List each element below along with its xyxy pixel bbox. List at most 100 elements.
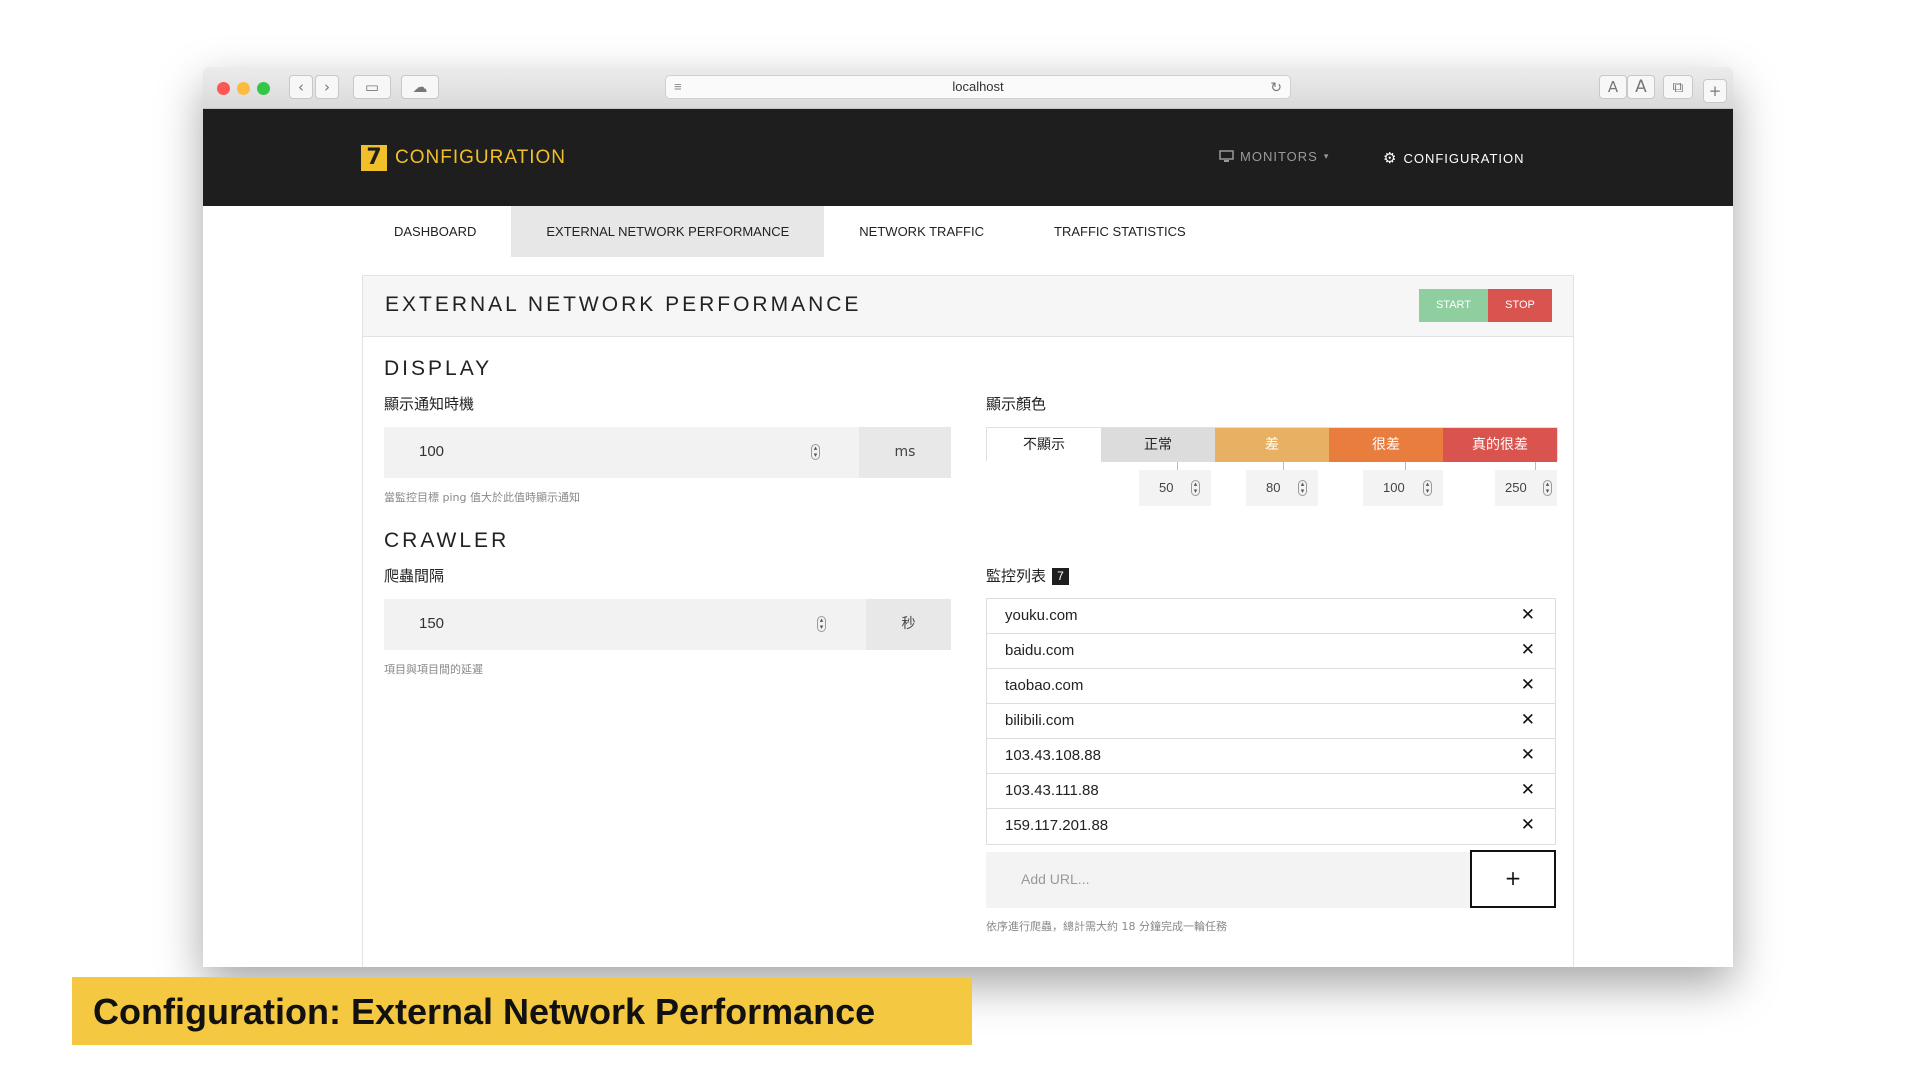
threshold-input-terrible[interactable]: 100 ▴ ▾: [1363, 470, 1443, 506]
monitor-count-badge: 7: [1052, 568, 1070, 585]
list-item: bilibili.com ✕: [987, 704, 1555, 739]
reader-icon[interactable]: ≡: [674, 76, 682, 98]
panel-title: EXTERNAL NETWORK PERFORMANCE: [385, 293, 862, 316]
remove-icon[interactable]: ✕: [1521, 815, 1535, 835]
sidebar-icon[interactable]: ▭: [353, 75, 391, 99]
nav-configuration[interactable]: ⚙ CONFIGURATION: [1383, 149, 1525, 167]
tabs-overview-icon[interactable]: ⧉: [1663, 75, 1693, 99]
new-tab-button[interactable]: +: [1703, 79, 1727, 103]
minimize-window-button[interactable]: [237, 82, 250, 95]
remove-icon[interactable]: ✕: [1521, 675, 1535, 695]
caret-down-icon: ▾: [1323, 151, 1330, 161]
list-item: 159.117.201.88 ✕: [987, 809, 1555, 844]
monitor-list-label: 監控列表 7: [986, 565, 1070, 586]
slide-caption: Configuration: External Network Performa…: [72, 977, 972, 1045]
color-level-hidden: 不顯示: [987, 428, 1101, 462]
threshold-input-very-poor[interactable]: 80 ▴ ▾: [1246, 470, 1318, 506]
crawl-interval-input[interactable]: 150 ▴ ▾: [384, 599, 866, 650]
stepper-icon[interactable]: ▴ ▾: [1423, 480, 1432, 496]
remove-icon[interactable]: ✕: [1521, 780, 1535, 800]
zoom-window-button[interactable]: [257, 82, 270, 95]
brand[interactable]: 7 CONFIGURATION: [361, 145, 566, 171]
threshold-input-max[interactable]: 250 ▴ ▾: [1495, 470, 1557, 506]
caption-text: Configuration: External Network Performa…: [93, 991, 876, 1032]
stop-button[interactable]: STOP: [1488, 289, 1552, 322]
threshold-value: 250: [1505, 480, 1527, 495]
add-url-placeholder: Add URL...: [1021, 871, 1090, 887]
tab-bar: DASHBOARD EXTERNAL NETWORK PERFORMANCE N…: [359, 206, 1221, 257]
add-url-button[interactable]: +: [1470, 850, 1556, 908]
notify-threshold-help: 當監控目標 ping 值大於此值時顯示通知: [384, 491, 580, 504]
browser-toolbar: ‹ › ▭ ☁ ≡ localhost ↻ A A ⧉ +: [203, 67, 1733, 109]
font-large-button[interactable]: A: [1627, 75, 1655, 99]
color-scale: 不顯示 正常 差 很差 真的很差: [986, 427, 1558, 462]
threshold-value: 80: [1266, 480, 1281, 495]
url-text: localhost: [952, 79, 1004, 94]
start-button[interactable]: START: [1419, 289, 1488, 322]
display-color-label: 顯示顏色: [986, 395, 1047, 413]
crawler-section-title: CRAWLER: [384, 529, 510, 552]
remove-icon[interactable]: ✕: [1521, 605, 1535, 625]
stepper-icon[interactable]: ▴ ▾: [811, 444, 820, 460]
cloud-icon[interactable]: ☁: [401, 75, 439, 99]
monitor-host: taobao.com: [1005, 677, 1084, 694]
monitor-list-help: 依序進行爬蟲，總計需大約 18 分鐘完成一輪任務: [986, 920, 1227, 933]
brand-logo: 7: [361, 145, 387, 171]
forward-icon[interactable]: ›: [315, 75, 339, 99]
notify-threshold-input[interactable]: 100 ▴ ▾: [384, 427, 859, 478]
nav-configuration-label: CONFIGURATION: [1403, 150, 1525, 166]
threshold-value: 100: [1383, 480, 1405, 495]
color-level-terrible: 真的很差: [1443, 428, 1557, 462]
app-navbar: 7 CONFIGURATION MONITORS ▾ ⚙ CONFIGURATI…: [203, 109, 1733, 206]
back-icon[interactable]: ‹: [289, 75, 313, 99]
notify-unit-addon: ms: [859, 427, 951, 478]
color-level-normal: 正常: [1101, 428, 1215, 462]
gear-icon: ⚙: [1383, 150, 1398, 167]
font-small-button[interactable]: A: [1599, 75, 1627, 99]
notify-threshold-value: 100: [419, 443, 445, 460]
list-item: baidu.com ✕: [987, 634, 1555, 669]
tab-network-traffic[interactable]: NETWORK TRAFFIC: [824, 206, 1019, 257]
monitor-host: 159.117.201.88: [1005, 817, 1109, 834]
threshold-input-poor[interactable]: 50 ▴ ▾: [1139, 470, 1211, 506]
panel-header: EXTERNAL NETWORK PERFORMANCE START STOP: [363, 276, 1573, 337]
monitor-host: 103.43.108.88: [1005, 747, 1101, 764]
address-bar[interactable]: ≡ localhost ↻: [665, 75, 1291, 99]
monitor-list-title: 監控列表: [986, 567, 1047, 585]
monitor-list: youku.com ✕ baidu.com ✕ taobao.com ✕ bilibi…: [986, 598, 1556, 845]
color-level-poor: 差: [1215, 428, 1329, 462]
stepper-icon[interactable]: ▴ ▾: [817, 616, 826, 632]
remove-icon[interactable]: ✕: [1521, 710, 1535, 730]
threshold-value: 50: [1159, 480, 1174, 495]
crawl-interval-help: 項目與項目間的延遲: [384, 663, 483, 676]
monitor-host: bilibili.com: [1005, 712, 1075, 729]
remove-icon[interactable]: ✕: [1521, 640, 1535, 660]
list-item: taobao.com ✕: [987, 669, 1555, 704]
color-level-very-poor: 很差: [1329, 428, 1443, 462]
nav-monitors-label: MONITORS: [1240, 149, 1318, 164]
display-section-title: DISPLAY: [384, 357, 493, 380]
list-item: 103.43.111.88 ✕: [987, 774, 1555, 809]
tab-traffic-statistics[interactable]: TRAFFIC STATISTICS: [1019, 206, 1221, 257]
crawl-interval-unit-addon: 秒: [866, 599, 951, 650]
crawl-interval-value: 150: [419, 615, 445, 632]
remove-icon[interactable]: ✕: [1521, 745, 1535, 765]
monitor-host: baidu.com: [1005, 642, 1075, 659]
tab-external-network-performance[interactable]: EXTERNAL NETWORK PERFORMANCE: [511, 206, 825, 257]
list-item: youku.com ✕: [987, 599, 1555, 634]
close-window-button[interactable]: [217, 82, 230, 95]
stepper-icon[interactable]: ▴ ▾: [1543, 480, 1552, 496]
crawl-interval-label: 爬蟲間隔: [384, 567, 445, 585]
monitor-host: youku.com: [1005, 607, 1078, 624]
add-url-input[interactable]: Add URL...: [986, 852, 1471, 908]
brand-title: CONFIGURATION: [395, 147, 566, 168]
tab-dashboard[interactable]: DASHBOARD: [359, 206, 511, 257]
list-item: 103.43.108.88 ✕: [987, 739, 1555, 774]
stepper-icon[interactable]: ▴ ▾: [1191, 480, 1200, 496]
reload-icon[interactable]: ↻: [1270, 76, 1282, 98]
nav-monitors-dropdown[interactable]: MONITORS ▾: [1219, 149, 1329, 164]
monitor-icon: [1219, 150, 1234, 162]
notify-threshold-label: 顯示通知時機: [384, 395, 475, 413]
monitor-host: 103.43.111.88: [1005, 782, 1099, 799]
stepper-icon[interactable]: ▴ ▾: [1298, 480, 1307, 496]
